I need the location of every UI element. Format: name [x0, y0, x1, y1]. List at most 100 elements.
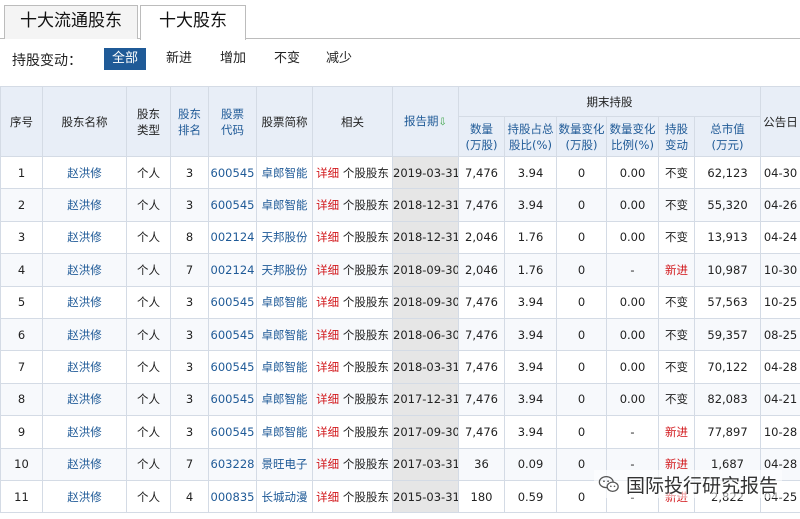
detail-link[interactable]: 详细: [316, 198, 339, 212]
tab-top10-holders[interactable]: 十大股东: [140, 5, 246, 40]
filter-increase-button[interactable]: 增加: [212, 48, 254, 70]
cell-change-value: 不变: [665, 198, 688, 213]
col-pct-header[interactable]: 持股占总 股比(%): [504, 116, 557, 157]
detail-link[interactable]: 详细: [316, 295, 339, 309]
filter-all-button[interactable]: 全部: [104, 48, 147, 70]
stock-holders-link[interactable]: 个股股东: [343, 490, 389, 504]
cell-stock-name-value[interactable]: 卓郎智能: [262, 328, 308, 342]
table-row: 9 赵洪修 个人 3 600545 卓郎智能 详细 个股股东 2017-09-30 7,476 3…: [0, 415, 800, 449]
col-change-header[interactable]: 持股 变动: [658, 116, 695, 157]
col-report-date-header[interactable]: 报告期⇩: [392, 86, 459, 157]
cell-holder-name: 赵洪修: [42, 415, 127, 449]
cell-pct: 1.76: [504, 253, 557, 287]
stock-holders-link[interactable]: 个股股东: [343, 425, 389, 439]
cell-stock-code-value[interactable]: 600545: [211, 198, 255, 212]
cell-stock-code-value[interactable]: 600545: [211, 360, 255, 374]
detail-link[interactable]: 详细: [316, 166, 339, 180]
cell-stock-code-value[interactable]: 603228: [211, 457, 255, 471]
filter-new-button[interactable]: 新进: [158, 48, 200, 70]
stock-holders-link[interactable]: 个股股东: [343, 295, 389, 309]
watermark-text: 国际投行研究报告: [626, 474, 779, 497]
detail-link[interactable]: 详细: [316, 425, 339, 439]
cell-holder-name-value[interactable]: 赵洪修: [67, 230, 102, 244]
cell-stock-name-value[interactable]: 天邦股份: [262, 263, 308, 277]
col-pct-label-1: 持股占总: [507, 121, 554, 136]
cell-stock-name-value[interactable]: 长城动漫: [262, 490, 308, 504]
col-stock-header: 股票简称: [256, 86, 313, 157]
detail-link[interactable]: 详细: [316, 328, 339, 342]
cell-stock-name-value[interactable]: 卓郎智能: [262, 392, 308, 406]
cell-stock-name-value[interactable]: 卓郎智能: [262, 295, 308, 309]
cell-stock-name-value[interactable]: 卓郎智能: [262, 166, 308, 180]
cell-holder-name-value[interactable]: 赵洪修: [67, 425, 102, 439]
cell-holder-name-value[interactable]: 赵洪修: [67, 457, 102, 471]
cell-change-value: 新进: [665, 262, 688, 277]
col-report-date-label: 报告期: [404, 113, 439, 128]
stock-holders-link[interactable]: 个股股东: [343, 457, 389, 471]
cell-stock-name-value[interactable]: 天邦股份: [262, 230, 308, 244]
stock-holders-link[interactable]: 个股股东: [343, 328, 389, 342]
detail-link[interactable]: 详细: [316, 392, 339, 406]
stock-holders-link[interactable]: 个股股东: [343, 230, 389, 244]
cell-stock-code-value[interactable]: 600545: [211, 166, 255, 180]
col-rank-header[interactable]: 股东 排名: [170, 86, 209, 157]
cell-stock-code-value[interactable]: 002124: [211, 263, 255, 277]
stock-holders-link[interactable]: 个股股东: [343, 263, 389, 277]
stock-holders-link[interactable]: 个股股东: [343, 360, 389, 374]
cell-holder-name-value[interactable]: 赵洪修: [67, 490, 102, 504]
cell-qty-change: 0: [556, 350, 607, 384]
cell-stock-code-value[interactable]: 600545: [211, 328, 255, 342]
detail-link[interactable]: 详细: [316, 490, 339, 504]
stock-holders-link[interactable]: 个股股东: [343, 198, 389, 212]
stock-holders-link[interactable]: 个股股东: [343, 392, 389, 406]
cell-pct-change-value: 0.00: [619, 360, 646, 375]
cell-holder-name-value[interactable]: 赵洪修: [67, 392, 102, 406]
cell-stock-name: 卓郎智能: [256, 188, 313, 222]
cell-pct-change: 0.00: [606, 317, 659, 352]
cell-stock-code-value[interactable]: 600545: [211, 425, 255, 439]
cell-stock-name: 长城动漫: [256, 479, 313, 514]
cell-holder-name-value[interactable]: 赵洪修: [67, 198, 102, 212]
cell-holder-name-value[interactable]: 赵洪修: [67, 360, 102, 374]
cell-report-date: 2019-03-31: [392, 155, 459, 190]
col-code-header[interactable]: 股票 代码: [208, 86, 257, 157]
table-row: 5 赵洪修 个人 3 600545 卓郎智能 详细 个股股东 2018-09-30 7,476 3…: [0, 285, 800, 319]
cell-stock-code-value[interactable]: 000835: [211, 490, 255, 504]
cell-stock-name-value[interactable]: 卓郎智能: [262, 198, 308, 212]
cell-change: 不变: [658, 220, 695, 255]
detail-link[interactable]: 详细: [316, 263, 339, 277]
filter-decrease-button[interactable]: 减少: [318, 48, 360, 70]
cell-stock-name-value[interactable]: 卓郎智能: [262, 360, 308, 374]
cell-stock-code-value[interactable]: 002124: [211, 230, 255, 244]
cell-stock-name: 天邦股份: [256, 253, 313, 287]
cell-holder-type-value: 个人: [137, 262, 160, 277]
cell-report-date-value: 2018-12-31: [393, 230, 459, 245]
cell-announce-date: 04-24: [760, 220, 800, 255]
col-mkt-value-header[interactable]: 总市值 (万元): [693, 116, 762, 157]
tab-top10-float-holders[interactable]: 十大流通股东: [4, 5, 138, 39]
cell-pct-change-value: -: [630, 262, 635, 277]
cell-qty: 180: [458, 479, 505, 514]
col-qty-change-header[interactable]: 数量变化 (万股): [556, 116, 607, 157]
col-change-label-2: 变动: [665, 137, 688, 152]
cell-report-date-value: 2018-09-30: [393, 295, 459, 310]
cell-stock-name-value[interactable]: 卓郎智能: [262, 425, 308, 439]
detail-link[interactable]: 详细: [316, 457, 339, 471]
col-pct-change-header[interactable]: 数量变化 比例(%): [606, 116, 659, 157]
detail-link[interactable]: 详细: [316, 360, 339, 374]
filter-unchanged-button[interactable]: 不变: [266, 48, 308, 70]
cell-stock-code-value[interactable]: 600545: [211, 392, 255, 406]
cell-stock-name-value[interactable]: 景旺电子: [262, 457, 308, 471]
cell-holder-name-value[interactable]: 赵洪修: [67, 295, 102, 309]
col-qty-header[interactable]: 数量 (万股): [458, 116, 505, 157]
cell-holder-name-value[interactable]: 赵洪修: [67, 166, 102, 180]
cell-mkt-value: 13,913: [693, 220, 762, 255]
cell-qty-value: 2,046: [465, 230, 498, 245]
stock-holders-link[interactable]: 个股股东: [343, 166, 389, 180]
cell-stock-code-value[interactable]: 600545: [211, 295, 255, 309]
cell-change-value: 不变: [665, 295, 688, 310]
cell-holder-name-value[interactable]: 赵洪修: [67, 263, 102, 277]
cell-pct-value: 3.94: [517, 327, 544, 342]
detail-link[interactable]: 详细: [316, 230, 339, 244]
cell-holder-name-value[interactable]: 赵洪修: [67, 328, 102, 342]
